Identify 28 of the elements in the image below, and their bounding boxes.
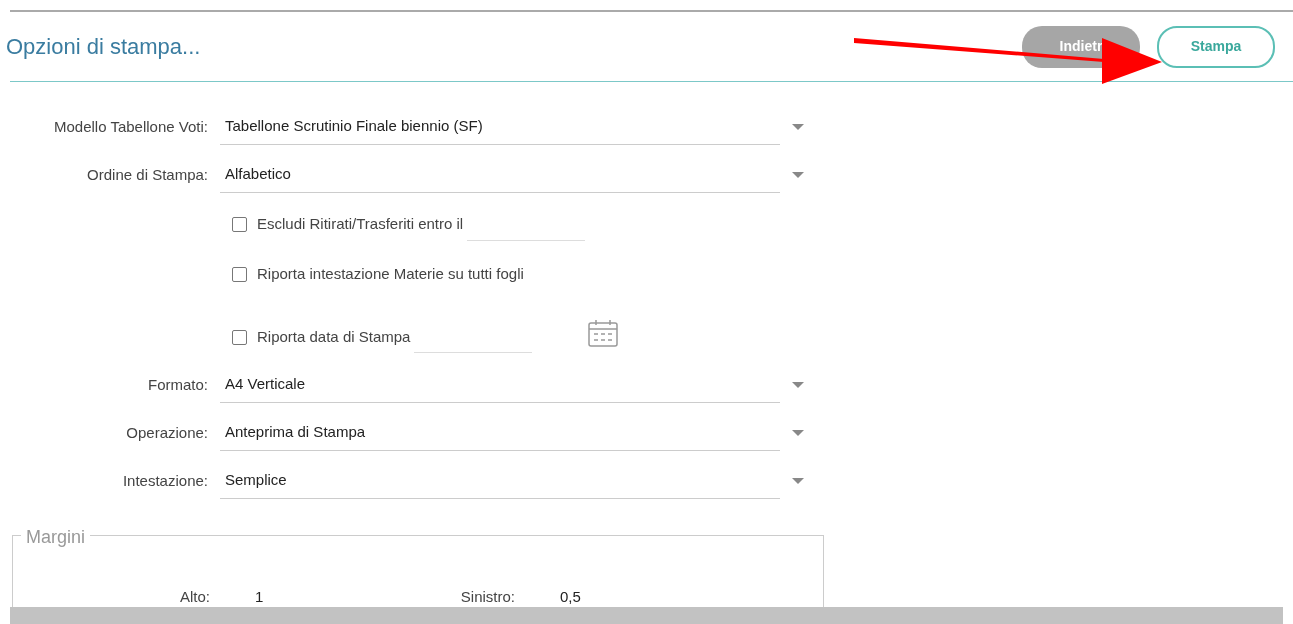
- dropdown-caret-icon[interactable]: [792, 124, 804, 130]
- dropdown-caret-icon[interactable]: [792, 430, 804, 436]
- field-label: Formato:: [147, 374, 209, 395]
- field-label: Intestazione:: [121, 470, 209, 491]
- checkbox-label: Escludi Ritirati/Trasferiti entro il: [257, 213, 464, 234]
- margin-input-field[interactable]: 1: [255, 586, 305, 609]
- page-title: Opzioni di stampa...: [6, 33, 201, 61]
- select-field[interactable]: Alfabetico: [220, 157, 780, 193]
- select-field[interactable]: Semplice: [220, 463, 780, 499]
- horizontal-scrollbar[interactable]: [10, 607, 1283, 624]
- checkbox[interactable]: [232, 329, 247, 345]
- dropdown-caret-icon[interactable]: [792, 478, 804, 484]
- select-field[interactable]: Tabellone Scrutinio Finale biennio (SF): [220, 109, 780, 145]
- field-label: Modello Tabellone Voti:: [53, 116, 209, 137]
- calendar-icon[interactable]: [588, 319, 619, 347]
- select-field[interactable]: Anteprima di Stampa: [220, 415, 780, 451]
- checkbox-label: Riporta intestazione Materie su tutti fogli: [257, 263, 524, 284]
- field-label: Sinistro:: [459, 587, 515, 607]
- checkbox[interactable]: [232, 266, 247, 282]
- checkbox-label: Riporta data di Stampa: [257, 326, 411, 347]
- select-field[interactable]: A4 Verticale: [220, 367, 780, 403]
- dropdown-caret-icon[interactable]: [792, 172, 804, 178]
- margin-input-field[interactable]: 0,5: [560, 586, 610, 609]
- field-label: Alto:: [179, 587, 210, 607]
- field-label: Operazione:: [125, 422, 209, 443]
- checkbox[interactable]: [232, 216, 247, 232]
- field-label: Ordine di Stampa:: [86, 164, 209, 185]
- dropdown-caret-icon[interactable]: [792, 382, 804, 388]
